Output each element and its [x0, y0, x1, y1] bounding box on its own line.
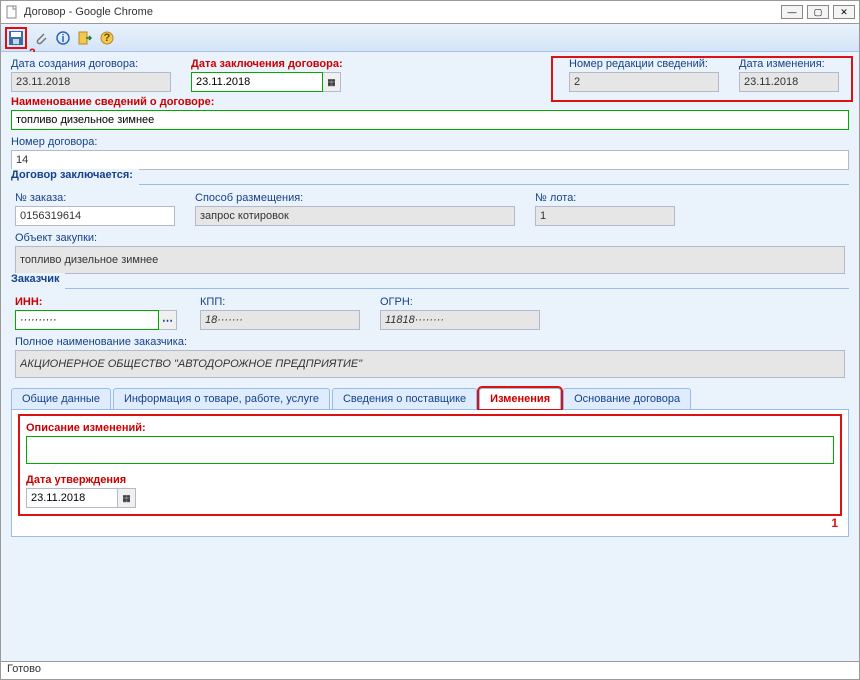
maximize-button[interactable]: ▢: [807, 5, 829, 19]
lot-num-label: № лота:: [535, 192, 685, 204]
annotation-1: 1: [831, 516, 838, 530]
purchase-object-field: [15, 246, 845, 274]
customer-fullname-field: [15, 350, 845, 378]
close-button[interactable]: ✕: [833, 5, 855, 19]
section-deal: Договор заключается: № заказа: Способ ра…: [11, 178, 849, 274]
highlight-changes-panel: Описание изменений: Дата утверждения ▦ 1: [18, 414, 842, 516]
placement-method-label: Способ размещения:: [195, 192, 525, 204]
attachment-icon[interactable]: [33, 30, 49, 46]
tab-basis[interactable]: Основание договора: [563, 388, 691, 409]
ogrn-field: [380, 310, 540, 330]
create-date-field: [11, 72, 171, 92]
window-title: Договор - Google Chrome: [24, 6, 781, 18]
inn-lookup-icon[interactable]: ⋯: [159, 310, 177, 330]
sign-date-label: Дата заключения договора:: [191, 58, 361, 70]
changes-desc-field[interactable]: [26, 436, 834, 464]
tab-goods-info[interactable]: Информация о товаре, работе, услуге: [113, 388, 330, 409]
contract-name-field[interactable]: [11, 110, 849, 130]
highlight-revision-box: [551, 56, 853, 102]
exit-icon[interactable]: [77, 30, 93, 46]
ogrn-label: ОГРН:: [380, 296, 550, 308]
approve-date-label: Дата утверждения: [26, 474, 834, 486]
info-icon[interactable]: i: [55, 30, 71, 46]
order-num-label: № заказа:: [15, 192, 185, 204]
svg-text:?: ?: [104, 32, 111, 44]
svg-text:i: i: [61, 33, 64, 45]
tab-general[interactable]: Общие данные: [11, 388, 111, 409]
tab-changes[interactable]: Изменения: [479, 388, 561, 409]
tab-bar: Общие данные Информация о товаре, работе…: [11, 388, 849, 410]
create-date-label: Дата создания договора:: [11, 58, 181, 70]
window-title-bar: Договор - Google Chrome — ▢ ✕: [0, 0, 860, 24]
inn-field[interactable]: [15, 310, 159, 330]
form-area: Дата создания договора: Дата заключения …: [1, 52, 859, 661]
toolbar: i ? 2: [1, 24, 859, 52]
kpp-field: [200, 310, 360, 330]
contract-num-label: Номер договора:: [11, 136, 849, 148]
section-deal-legend: Договор заключается:: [11, 169, 139, 181]
inn-label: ИНН:: [15, 296, 190, 308]
section-customer: Заказчик ИНН: ⋯ КПП: ОГРН: [11, 282, 849, 378]
kpp-label: КПП:: [200, 296, 370, 308]
tab-supplier-info[interactable]: Сведения о поставщике: [332, 388, 477, 409]
save-icon[interactable]: [8, 30, 24, 46]
customer-fullname-label: Полное наименование заказчика:: [15, 336, 845, 348]
sign-date-picker-icon[interactable]: ▦: [323, 72, 341, 92]
placement-method-field: [195, 206, 515, 226]
lot-num-field: [535, 206, 675, 226]
order-num-field[interactable]: [15, 206, 175, 226]
purchase-object-label: Объект закупки:: [15, 232, 845, 244]
document-icon: [5, 5, 19, 19]
minimize-button[interactable]: —: [781, 5, 803, 19]
section-customer-legend: Заказчик: [11, 273, 65, 285]
changes-desc-label: Описание изменений:: [26, 422, 834, 434]
approve-date-field[interactable]: [26, 488, 118, 508]
tab-panel-changes: Описание изменений: Дата утверждения ▦ 1: [11, 410, 849, 537]
approve-date-picker-icon[interactable]: ▦: [118, 488, 136, 508]
status-bar: Готово: [1, 661, 859, 679]
sign-date-field[interactable]: [191, 72, 323, 92]
help-icon[interactable]: ?: [99, 30, 115, 46]
contract-num-field[interactable]: [11, 150, 849, 170]
